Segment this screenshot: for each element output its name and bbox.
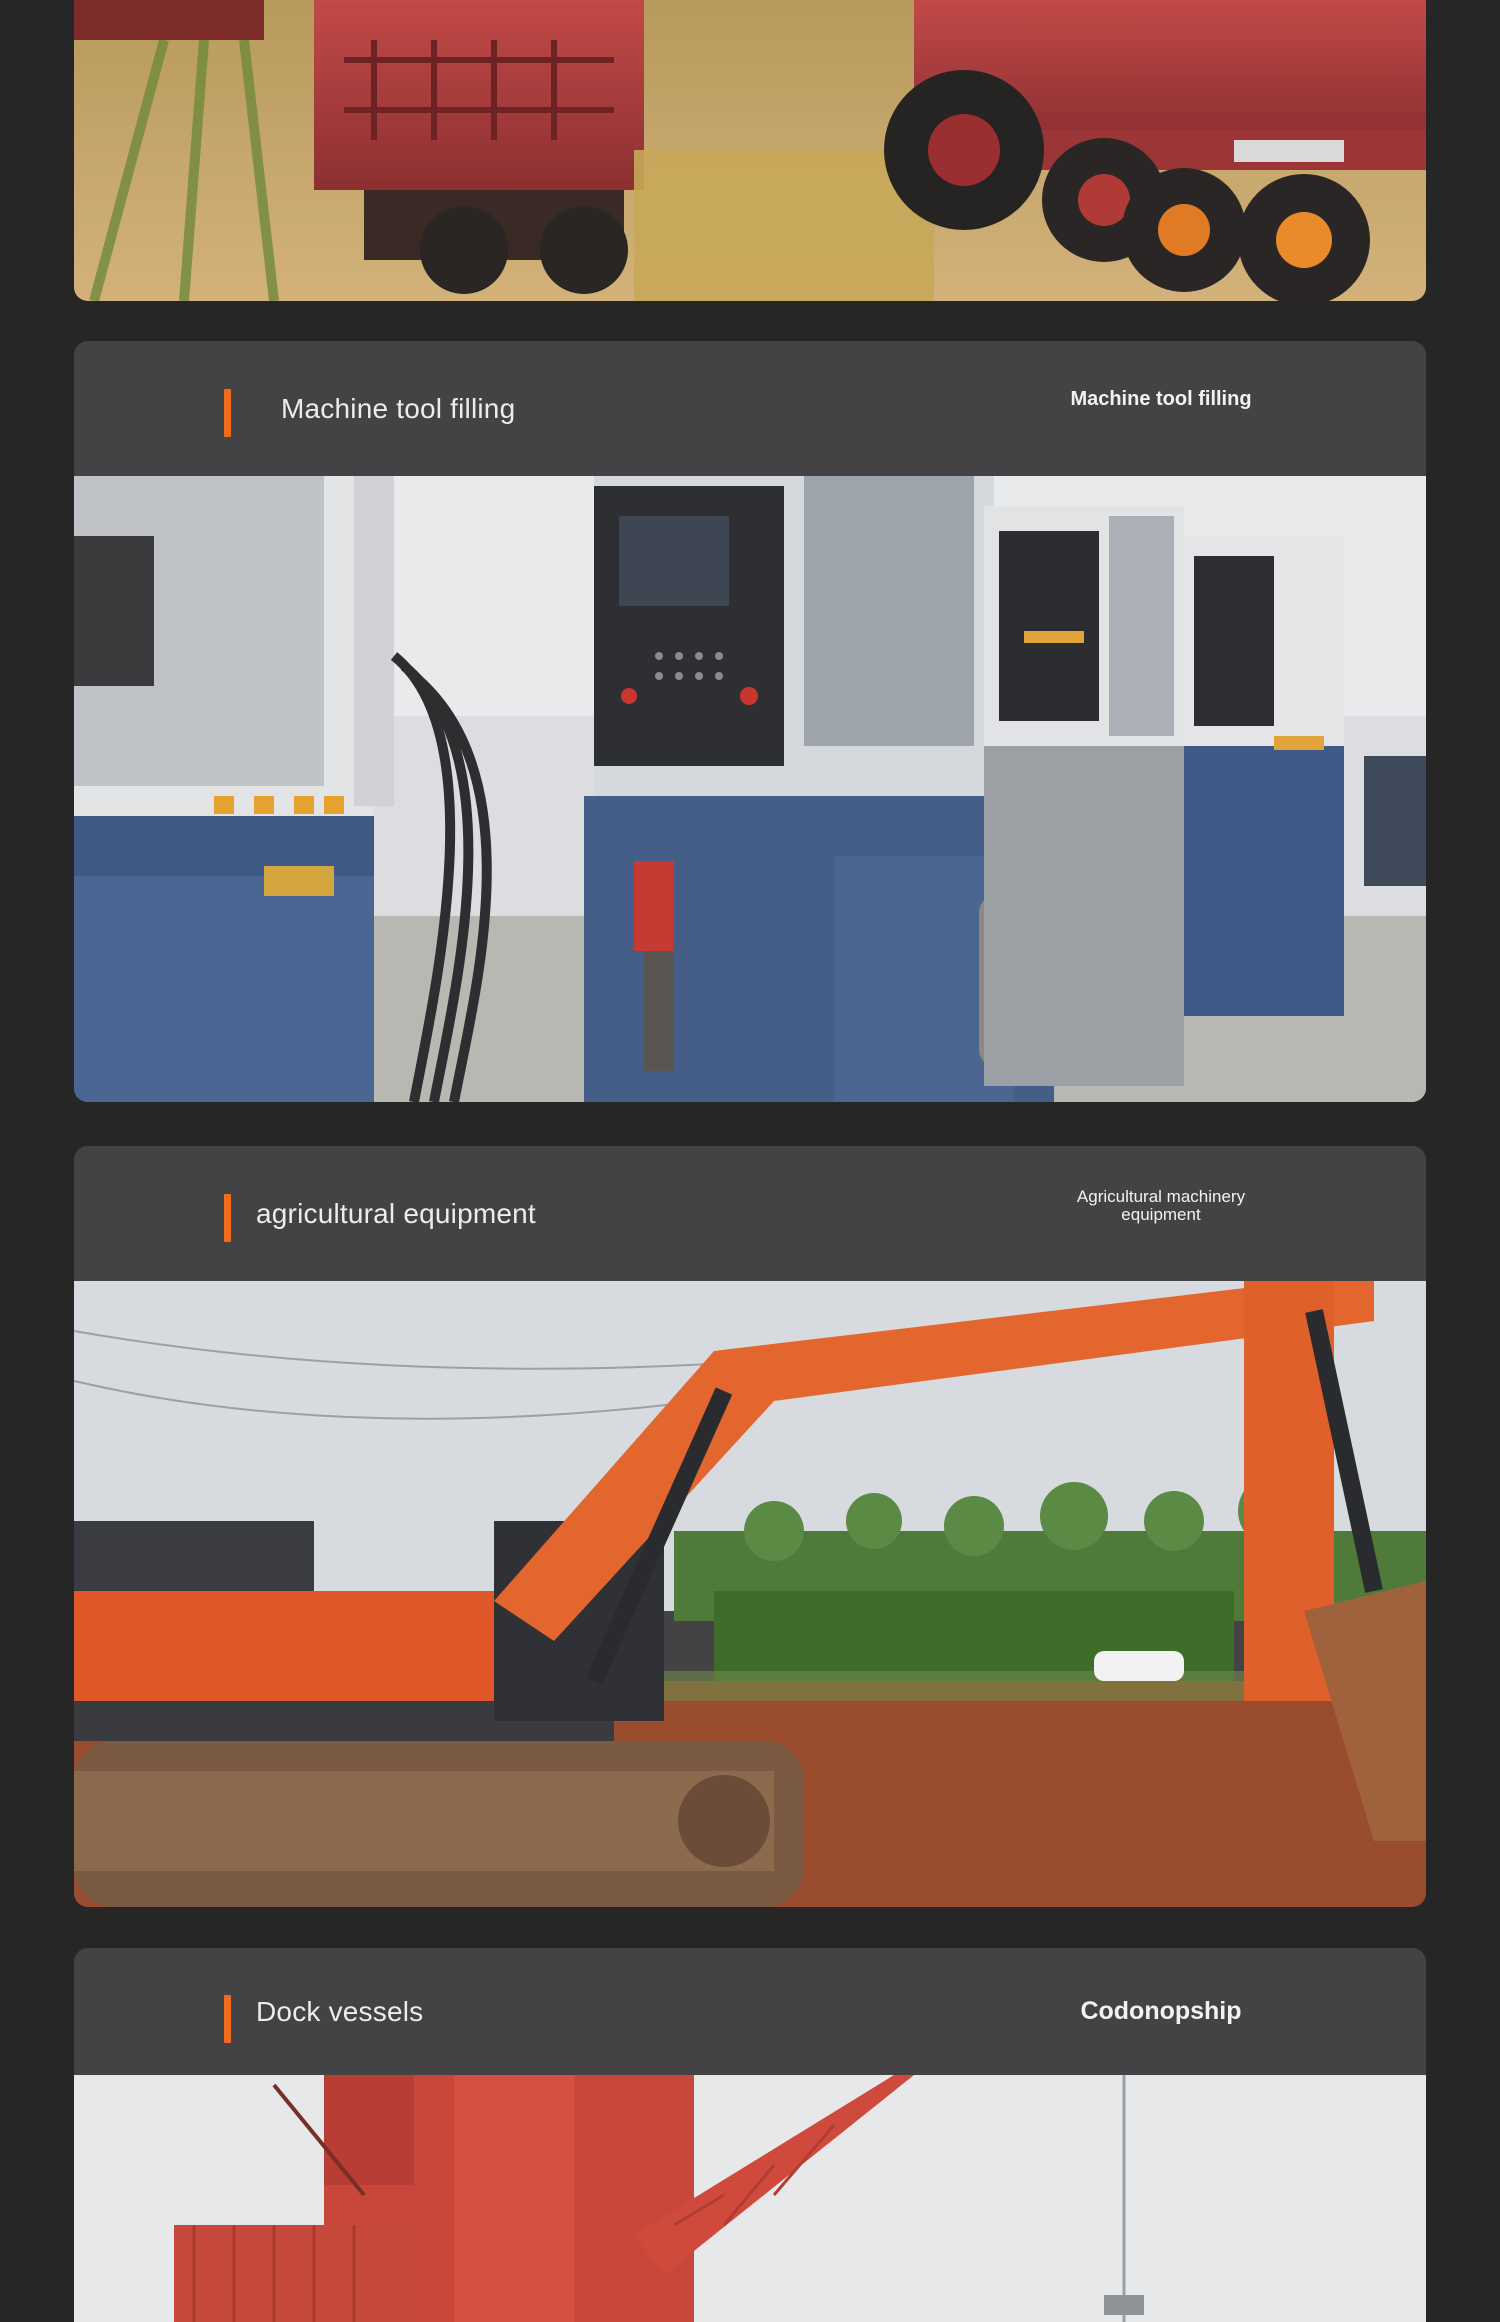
excavator-image — [74, 1281, 1426, 1907]
section-header: agricultural equipment Agricultural mach… — [74, 1146, 1426, 1281]
accent-bar — [224, 389, 231, 437]
section-tag: Machine tool filling — [1070, 388, 1252, 410]
accent-bar — [224, 1995, 231, 2043]
section-header: Dock vessels Codonopship — [74, 1948, 1426, 2075]
section-header: Machine tool filling Machine tool fillin… — [74, 341, 1426, 476]
section-tag: Agricultural machinery equipment — [1076, 1187, 1246, 1224]
section-title: Dock vessels — [256, 1996, 424, 2027]
section-title: agricultural equipment — [256, 1198, 536, 1229]
section-tag: Codonopship — [1080, 1997, 1242, 2025]
accent-bar — [224, 1194, 231, 1242]
section-title: Machine tool filling — [281, 393, 516, 424]
section-dock-vessels: Dock vessels Codonopship — [74, 1948, 1426, 2322]
harvester-trucks-image — [74, 0, 1426, 301]
section-agricultural-equipment: agricultural equipment Agricultural mach… — [74, 1146, 1426, 1907]
section-machine-tool: Machine tool filling Machine tool fillin… — [74, 341, 1426, 1102]
page: Machine tool filling Machine tool fillin… — [0, 0, 1500, 2322]
cnc-machine-tools-image — [74, 476, 1426, 1102]
port-crane-image — [74, 2075, 1426, 2322]
